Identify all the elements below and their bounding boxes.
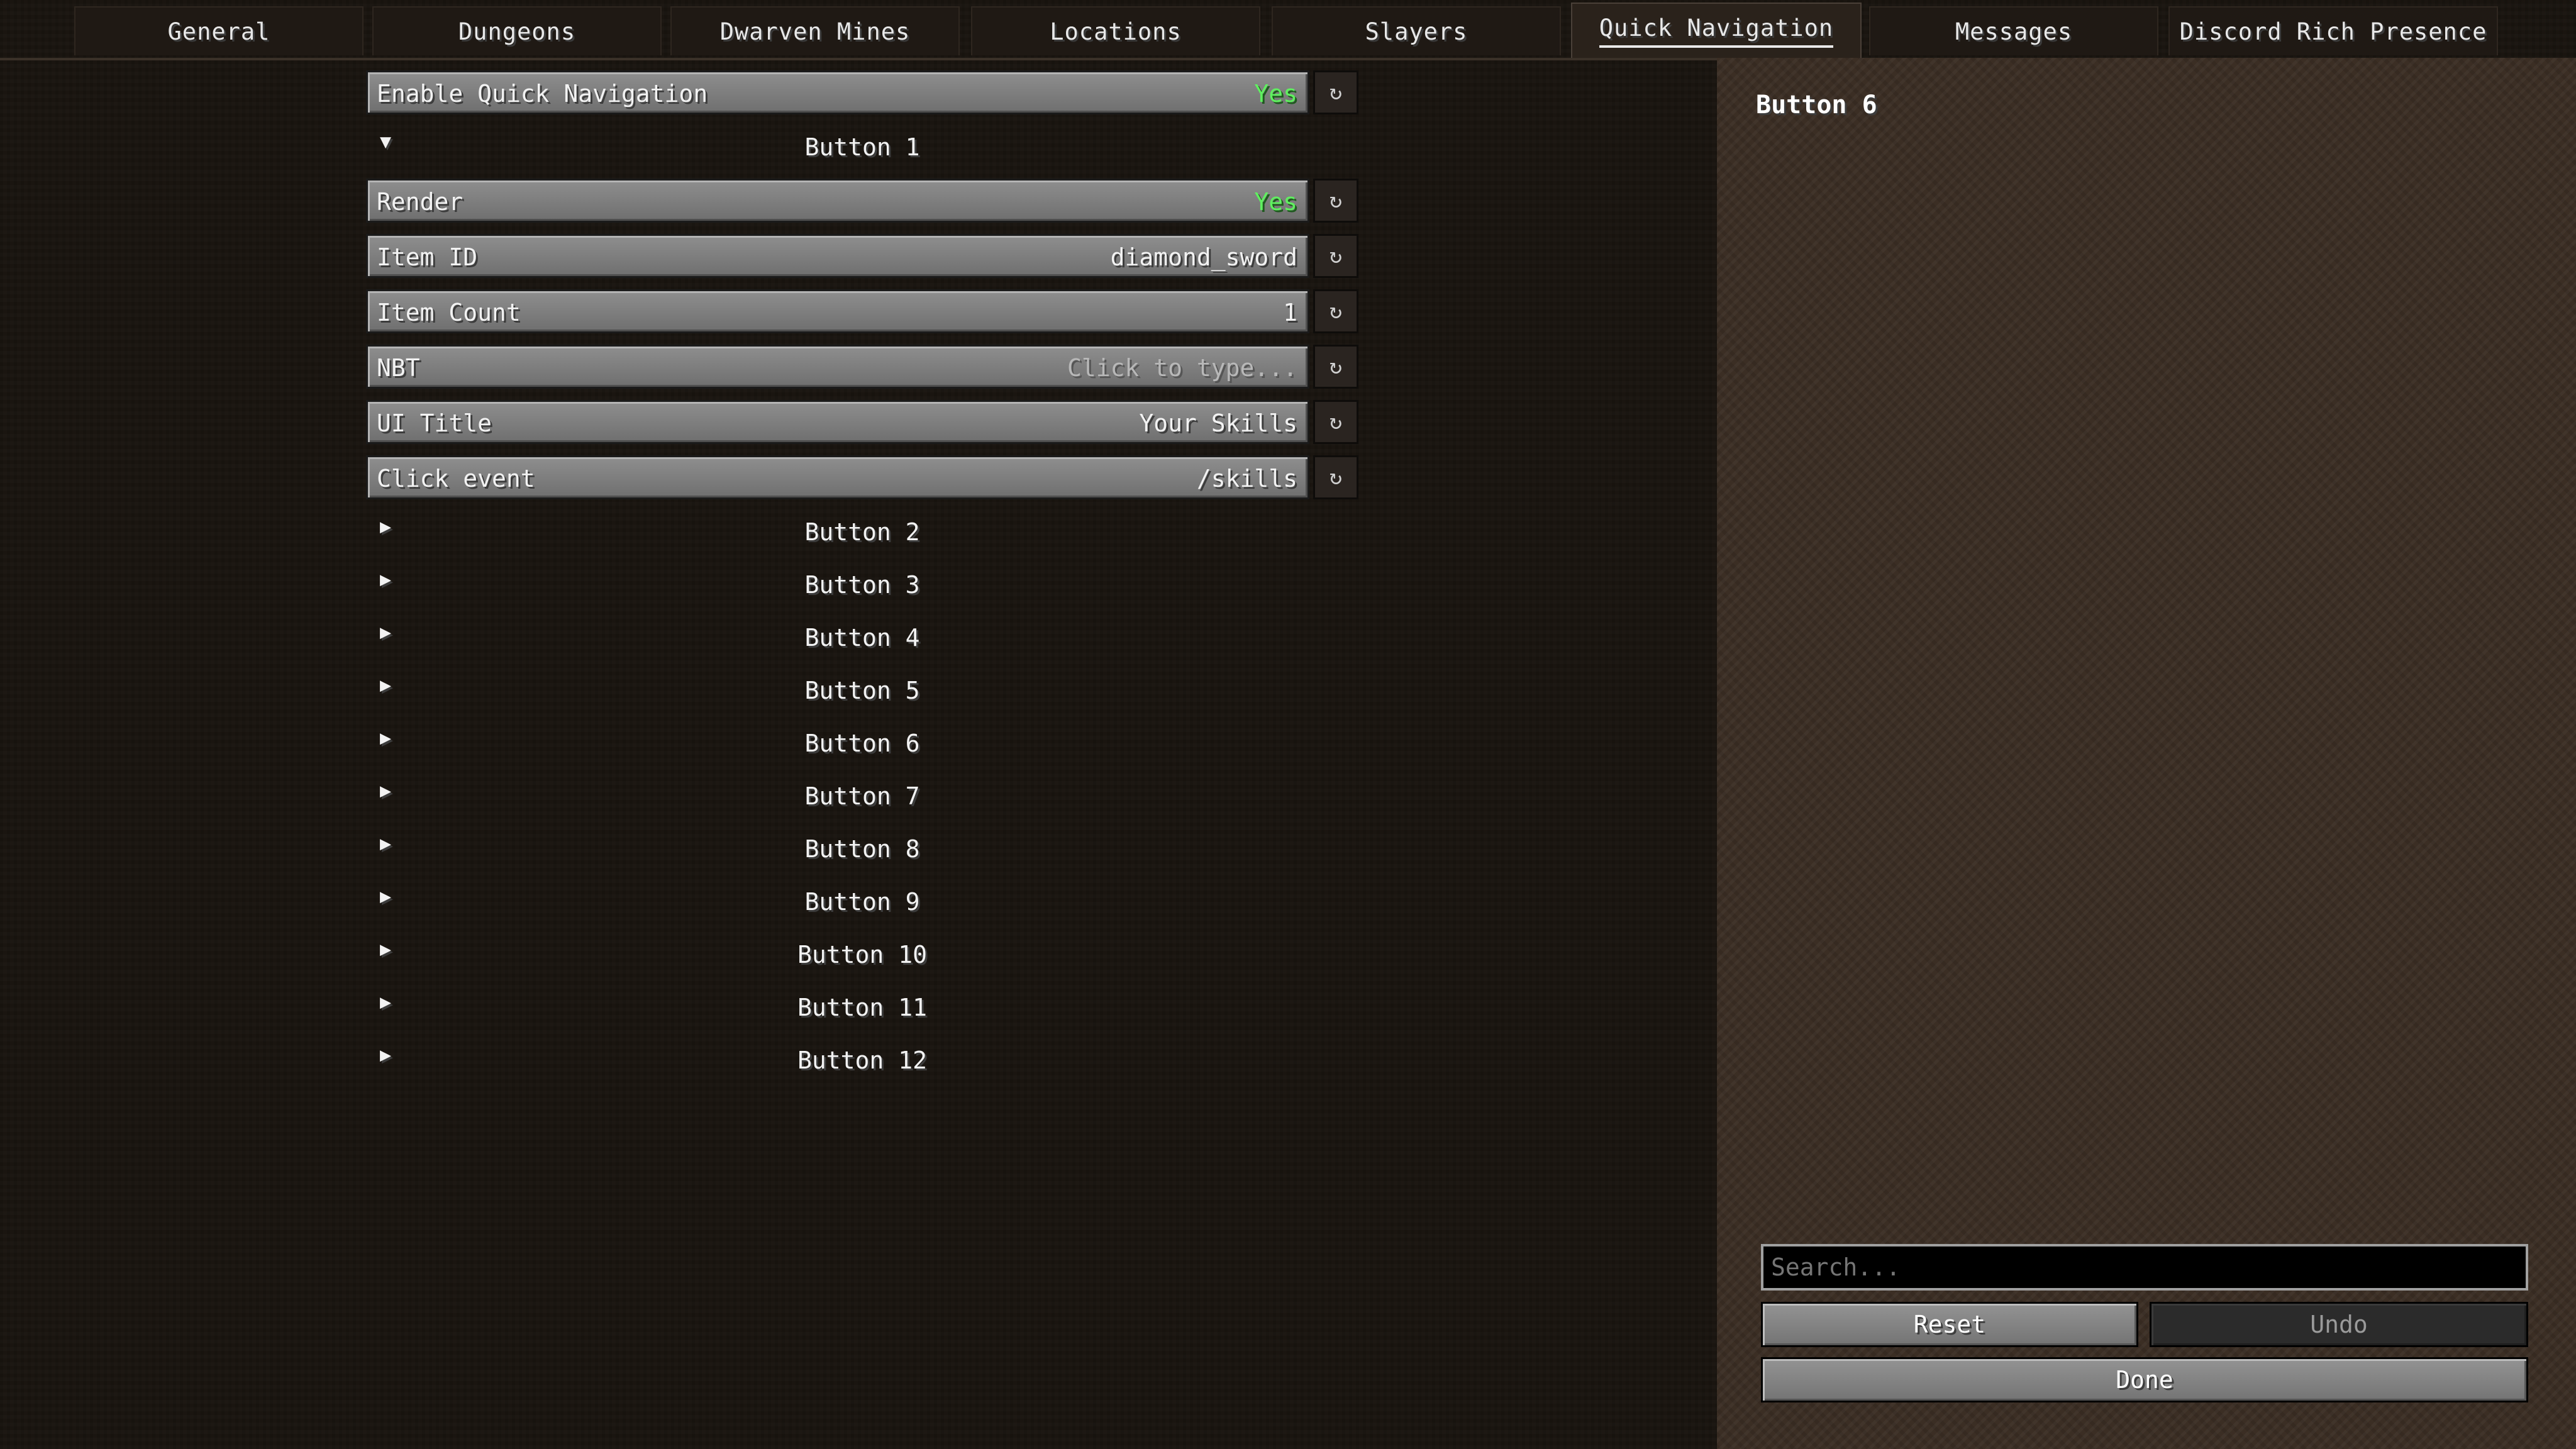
reset-enable-quick-navigation-button[interactable]: ↻ <box>1313 70 1358 114</box>
category-tab-bar: General Dungeons Dwarven Mines Locations… <box>0 0 2576 60</box>
reset-item-id-button[interactable]: ↻ <box>1313 234 1358 278</box>
done-button[interactable]: Done <box>1761 1357 2528 1402</box>
group-label: Button 8 <box>804 835 920 863</box>
option-label: Click event <box>377 465 535 492</box>
item-count-field[interactable]: Item Count 1 <box>366 289 1309 333</box>
render-toggle[interactable]: Render Yes <box>366 179 1309 223</box>
option-label: Item Count <box>377 299 521 326</box>
description-panel: Button 6 Reset Undo Done <box>1717 58 2576 1449</box>
group-label: Button 4 <box>804 624 920 652</box>
click-event-field[interactable]: Click event /skills <box>366 455 1309 499</box>
option-value: Yes <box>1254 80 1297 108</box>
group-label: Button 2 <box>804 518 920 546</box>
reset-nbt-button[interactable]: ↻ <box>1313 345 1358 389</box>
option-value: /skills <box>1196 465 1297 492</box>
group-button-7[interactable]: ▶ Button 7 <box>366 775 1358 819</box>
tab-dwarven-mines[interactable]: Dwarven Mines <box>670 6 960 55</box>
group-label: Button 11 <box>797 994 927 1021</box>
group-label: Button 3 <box>804 571 920 599</box>
group-label: Button 7 <box>804 782 920 810</box>
tab-messages[interactable]: Messages <box>1869 6 2158 55</box>
reset-button[interactable]: Reset <box>1761 1302 2138 1347</box>
tab-slayers[interactable]: Slayers <box>1272 6 1561 55</box>
reset-icon: ↻ <box>1329 465 1343 490</box>
search-input[interactable] <box>1761 1244 2528 1291</box>
option-value: 1 <box>1283 299 1297 326</box>
reset-icon: ↻ <box>1329 409 1343 435</box>
panel-title: Button 6 <box>1756 91 1877 119</box>
reset-icon: ↻ <box>1329 299 1343 324</box>
group-label: Button 1 <box>804 133 920 161</box>
item-id-field[interactable]: Item ID diamond_sword <box>366 234 1309 278</box>
ui-title-field[interactable]: UI Title Your Skills <box>366 400 1309 444</box>
group-button-12[interactable]: ▶ Button 12 <box>366 1039 1358 1083</box>
group-button-2[interactable]: ▶ Button 2 <box>366 511 1358 555</box>
group-button-3[interactable]: ▶ Button 3 <box>366 564 1358 608</box>
option-value: Your Skills <box>1139 409 1297 437</box>
reset-icon: ↻ <box>1329 243 1343 269</box>
option-label: Enable Quick Navigation <box>377 80 708 108</box>
group-label: Button 6 <box>804 730 920 757</box>
option-placeholder: Click to type... <box>1067 354 1297 382</box>
reset-icon: ↻ <box>1329 80 1343 105</box>
tab-dungeons[interactable]: Dungeons <box>372 6 662 55</box>
group-button-9[interactable]: ▶ Button 9 <box>366 880 1358 924</box>
tab-discord-rich-presence[interactable]: Discord Rich Presence <box>2168 6 2498 55</box>
group-button-4[interactable]: ▶ Button 4 <box>366 616 1358 660</box>
tab-quick-navigation[interactable]: Quick Navigation <box>1571 3 1862 58</box>
option-label: UI Title <box>377 409 492 437</box>
option-label: Item ID <box>377 243 478 271</box>
group-button-5[interactable]: ▶ Button 5 <box>366 669 1358 713</box>
reset-render-button[interactable]: ↻ <box>1313 179 1358 223</box>
group-label: Button 10 <box>797 941 927 969</box>
reset-click-event-button[interactable]: ↻ <box>1313 455 1358 499</box>
reset-item-count-button[interactable]: ↻ <box>1313 289 1358 333</box>
option-value: Yes <box>1254 188 1297 216</box>
option-value: diamond_sword <box>1110 243 1297 271</box>
option-label: Render <box>377 188 464 216</box>
enable-quick-navigation-toggle[interactable]: Enable Quick Navigation Yes <box>366 70 1309 114</box>
reset-icon: ↻ <box>1329 354 1343 379</box>
tab-locations[interactable]: Locations <box>971 6 1260 55</box>
group-label: Button 9 <box>804 888 920 916</box>
tab-general[interactable]: General <box>74 6 364 55</box>
group-label: Button 5 <box>804 677 920 704</box>
reset-ui-title-button[interactable]: ↻ <box>1313 400 1358 444</box>
group-button-6[interactable]: ▶ Button 6 <box>366 722 1358 766</box>
group-button-11[interactable]: ▶ Button 11 <box>366 986 1358 1030</box>
undo-button[interactable]: Undo <box>2150 1302 2528 1347</box>
reset-icon: ↻ <box>1329 188 1343 213</box>
group-button-10[interactable]: ▶ Button 10 <box>366 933 1358 977</box>
group-label: Button 12 <box>797 1046 927 1074</box>
nbt-field[interactable]: NBT Click to type... <box>366 345 1309 389</box>
group-button-1[interactable]: ▼ Button 1 <box>366 126 1358 170</box>
option-label: NBT <box>377 354 420 382</box>
group-button-8[interactable]: ▶ Button 8 <box>366 828 1358 872</box>
